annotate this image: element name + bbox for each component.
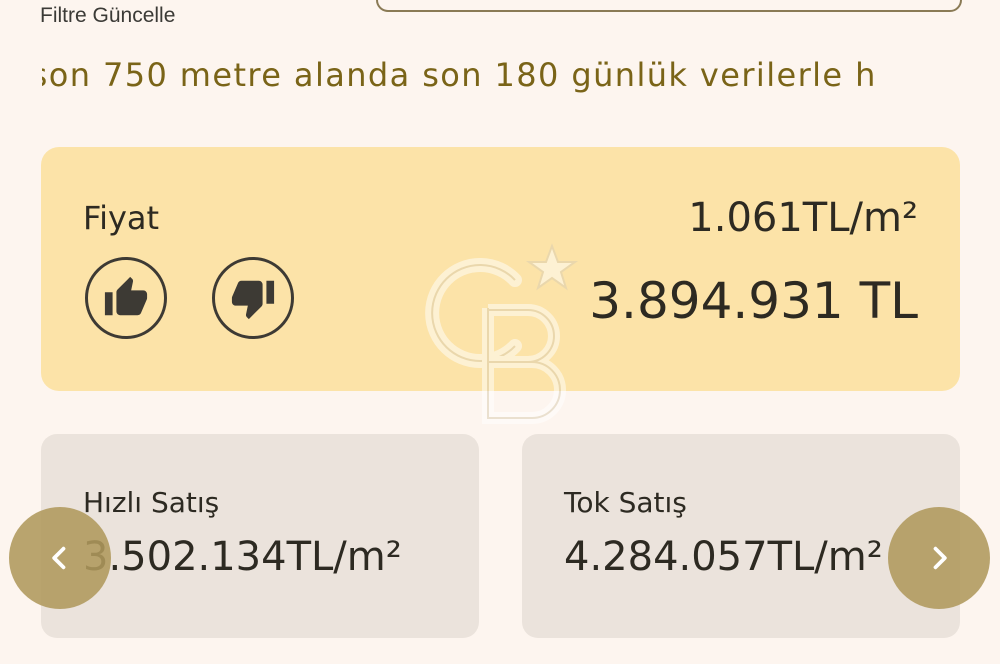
quick-sale-card: Hızlı Satış 3.502.134TL/m² xyxy=(41,434,479,638)
thumbs-up-icon xyxy=(104,276,148,316)
full-sale-label: Tok Satış xyxy=(564,486,687,519)
chevron-left-icon xyxy=(52,546,66,570)
total-price: 3.894.931 TL xyxy=(589,272,918,330)
like-button[interactable] xyxy=(85,257,167,339)
filter-update-link[interactable]: Filtre Güncelle xyxy=(40,4,175,28)
next-button[interactable] xyxy=(888,507,990,609)
full-sale-value: 4.284.057TL/m² xyxy=(564,534,883,580)
price-card: Fiyat 1.061TL/m² 3.894.931 TL xyxy=(41,147,960,391)
previous-button[interactable] xyxy=(9,507,111,609)
dislike-button[interactable] xyxy=(212,257,294,339)
marquee-text: e son 750 metre alanda son 180 günlük ve… xyxy=(42,56,877,94)
chevron-right-icon xyxy=(933,546,947,570)
quick-sale-label: Hızlı Satış xyxy=(83,486,220,519)
price-label: Fiyat xyxy=(83,199,160,237)
info-marquee: e son 750 metre alanda son 180 günlük ve… xyxy=(42,56,960,102)
quick-sale-value: 3.502.134TL/m² xyxy=(83,534,402,580)
filter-box[interactable] xyxy=(376,0,962,12)
thumbs-down-icon xyxy=(231,280,275,320)
price-per-m2: 1.061TL/m² xyxy=(688,195,918,241)
